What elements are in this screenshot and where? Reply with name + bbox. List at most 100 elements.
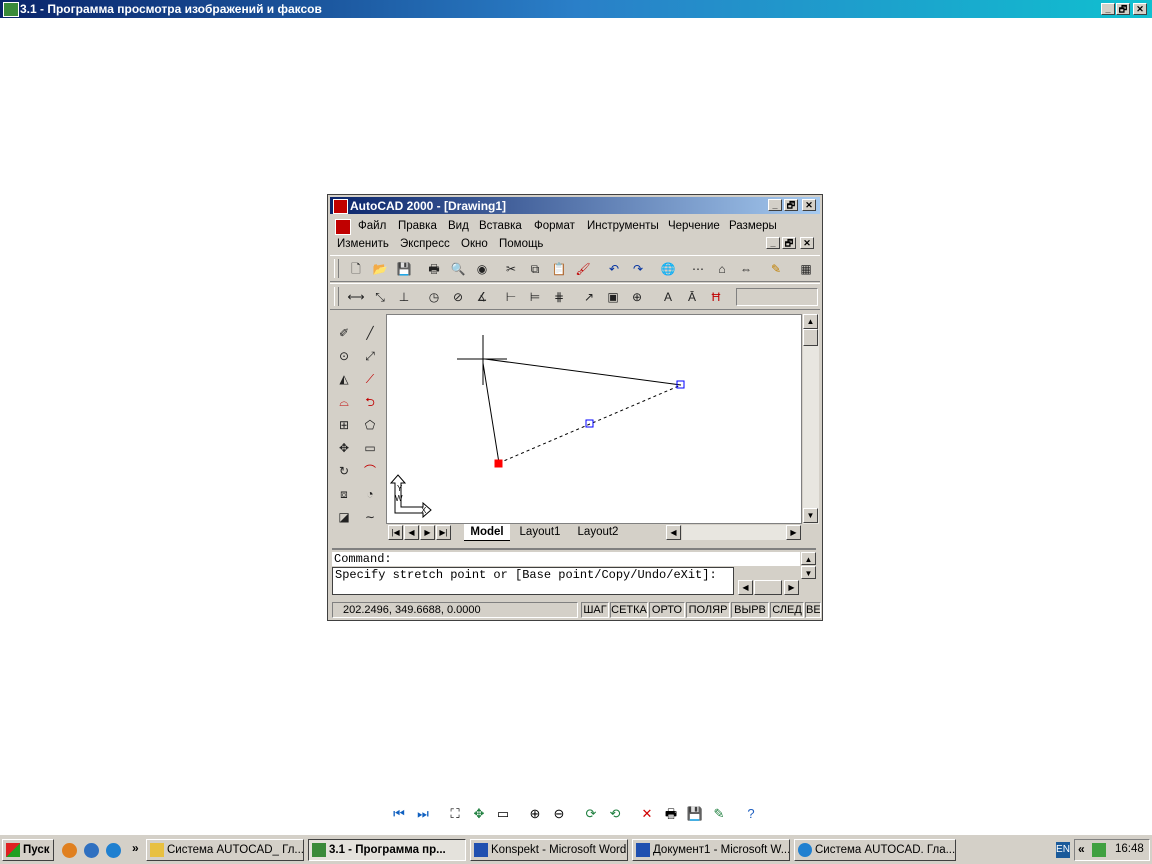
clock[interactable]: 16:48 <box>1115 843 1144 855</box>
acad-minimize-button[interactable]: _ <box>768 199 782 211</box>
save-icon[interactable]: 💾 <box>394 259 414 279</box>
menu-tools[interactable]: Инструменты <box>587 220 659 232</box>
menu-dimension[interactable]: Размеры <box>729 220 777 232</box>
menu-window[interactable]: Окно <box>461 238 488 250</box>
dim-style-combobox[interactable] <box>736 288 818 306</box>
drawn-line-top[interactable] <box>484 358 682 386</box>
continue-dim-icon[interactable]: ⋕ <box>549 287 569 307</box>
command-prompt[interactable]: Command: <box>332 552 800 566</box>
dim-text-edit-icon[interactable]: Ā <box>682 287 702 307</box>
new-file-icon[interactable]: 🗋 <box>346 259 366 279</box>
menu-file[interactable]: Файл <box>358 220 386 232</box>
task-autocad-ie[interactable]: Система AUTOCAD. Гла... <box>794 839 956 861</box>
quicklaunch-more[interactable]: » <box>132 841 139 855</box>
task-autocad-folder[interactable]: Система AUTOCAD_ Гл... <box>146 839 304 861</box>
scroll-up-button[interactable]: ▲ <box>803 314 818 329</box>
task-konspekt-word[interactable]: Konspekt - Microsoft Word <box>470 839 628 861</box>
tracking-icon[interactable]: ⋯ <box>688 259 708 279</box>
tab-next-button[interactable]: ▶ <box>420 525 435 540</box>
cmd-hscroll-thumb[interactable] <box>754 580 782 595</box>
rotate-clockwise-icon[interactable]: ⟳ <box>582 805 600 823</box>
menu-help[interactable]: Помощь <box>499 238 543 250</box>
globe-icon[interactable]: 🌐 <box>658 259 678 279</box>
dim-edit-icon[interactable]: A <box>658 287 678 307</box>
status-polar[interactable]: ПОЛЯР <box>686 602 730 618</box>
rectangle-icon[interactable]: ▭ <box>360 438 380 458</box>
quicklaunch-ie-icon[interactable] <box>106 843 121 858</box>
copy-object-icon[interactable]: ⊙ <box>334 346 354 366</box>
cmd-scroll-up[interactable]: ▲ <box>801 552 816 565</box>
print-preview-icon[interactable]: 🔍 <box>448 259 468 279</box>
redo-icon[interactable]: ↷ <box>628 259 648 279</box>
delete-icon[interactable]: ✕ <box>638 805 656 823</box>
tab-prev-button[interactable]: ◀ <box>404 525 419 540</box>
menu-insert[interactable]: Вставка <box>479 220 522 232</box>
edit-image-icon[interactable]: ✎ <box>710 805 728 823</box>
quicklaunch-media-icon[interactable] <box>84 843 99 858</box>
doc-restore-button[interactable]: 🗗 <box>782 237 796 249</box>
next-image-icon[interactable]: ⏭ <box>414 805 432 823</box>
cmd-hscroll-left[interactable]: ◀ <box>738 580 753 595</box>
zoom-out-icon[interactable]: ⊖ <box>550 805 568 823</box>
distance-icon[interactable]: ⇔ <box>736 259 756 279</box>
zoom-in-icon[interactable]: ⊕ <box>526 805 544 823</box>
undo-icon[interactable]: ↶ <box>604 259 624 279</box>
angular-dim-icon[interactable]: ∡ <box>472 287 492 307</box>
tab-first-button[interactable]: |◀ <box>388 525 403 540</box>
grip-selected[interactable] <box>494 459 503 468</box>
grip-midpoint[interactable] <box>585 419 594 428</box>
spline-icon[interactable]: ∼ <box>360 507 380 527</box>
design-center-icon[interactable]: ▦ <box>796 259 816 279</box>
viewer-title-bar[interactable]: 3.1 - Программа просмотра изображений и … <box>0 0 1152 18</box>
cut-icon[interactable]: ✂ <box>501 259 521 279</box>
move-icon[interactable]: ✥ <box>334 438 354 458</box>
rotate-counterclockwise-icon[interactable]: ⟲ <box>606 805 624 823</box>
language-indicator[interactable]: EN <box>1056 842 1070 858</box>
paste-icon[interactable]: 📋 <box>549 259 569 279</box>
hscroll-left-button[interactable]: ◀ <box>666 525 681 540</box>
menu-format[interactable]: Формат <box>534 220 575 232</box>
menu-view[interactable]: Вид <box>448 220 469 232</box>
doc-close-button[interactable]: ✕ <box>800 237 814 249</box>
radius-dim-icon[interactable]: ◷ <box>424 287 444 307</box>
array-icon[interactable]: ⊞ <box>334 415 354 435</box>
document-icon[interactable] <box>335 219 351 235</box>
line-icon[interactable]: ╱ <box>360 323 380 343</box>
menu-draw[interactable]: Черчение <box>668 220 720 232</box>
task-document1-word[interactable]: Документ1 - Microsoft W... <box>632 839 790 861</box>
help-icon[interactable]: ? <box>742 805 760 823</box>
acad-close-button[interactable]: ✕ <box>802 199 816 211</box>
baseline-dim-icon[interactable]: ⊨ <box>525 287 545 307</box>
actual-size-icon[interactable]: ✥ <box>470 805 488 823</box>
erase-icon[interactable]: ✐ <box>334 323 354 343</box>
linear-dim-icon[interactable]: ⟷ <box>346 287 366 307</box>
tab-layout1[interactable]: Layout1 <box>514 525 566 539</box>
quicklaunch-browser-icon[interactable] <box>62 843 77 858</box>
aligned-dim-icon[interactable]: ⤡ <box>370 287 390 307</box>
horizontal-scrollbar-track[interactable] <box>682 525 786 540</box>
cmd-hscroll-right[interactable]: ▶ <box>784 580 799 595</box>
status-grid[interactable]: СЕТКА <box>610 602 648 618</box>
pentagon-icon[interactable]: ⬠ <box>360 415 380 435</box>
status-snap[interactable]: ШАГ <box>581 602 609 618</box>
ucs-icon[interactable]: ⌂ <box>712 259 732 279</box>
polygon-icon[interactable]: ⮌ <box>360 392 380 412</box>
properties-icon[interactable]: ✎ <box>766 259 786 279</box>
quick-dim-icon[interactable]: ⊢ <box>501 287 521 307</box>
slideshow-icon[interactable]: ▭ <box>494 805 512 823</box>
previous-image-icon[interactable]: ⏮ <box>390 805 408 823</box>
center-mark-icon[interactable]: ⊕ <box>627 287 647 307</box>
cmd-scroll-down[interactable]: ▼ <box>801 566 816 579</box>
status-ortho[interactable]: ОРТО <box>649 602 685 618</box>
viewer-maximize-button[interactable]: 🗗 <box>1116 3 1130 15</box>
tray-network-icon[interactable] <box>1092 843 1106 857</box>
autocad-title-bar[interactable]: AutoCAD 2000 - [Drawing1] _ 🗗 ✕ <box>330 197 820 214</box>
tray-expand-button[interactable]: « <box>1078 842 1085 856</box>
leader-icon[interactable]: ↗ <box>579 287 599 307</box>
rotate-icon[interactable]: ↻ <box>334 461 354 481</box>
print-image-icon[interactable]: 🖶 <box>662 805 680 823</box>
viewer-close-button[interactable]: ✕ <box>1133 3 1147 15</box>
construction-line-icon[interactable]: ⤢ <box>360 346 380 366</box>
status-lwt[interactable]: ВЕ <box>805 602 821 618</box>
doc-minimize-button[interactable]: _ <box>766 237 780 249</box>
